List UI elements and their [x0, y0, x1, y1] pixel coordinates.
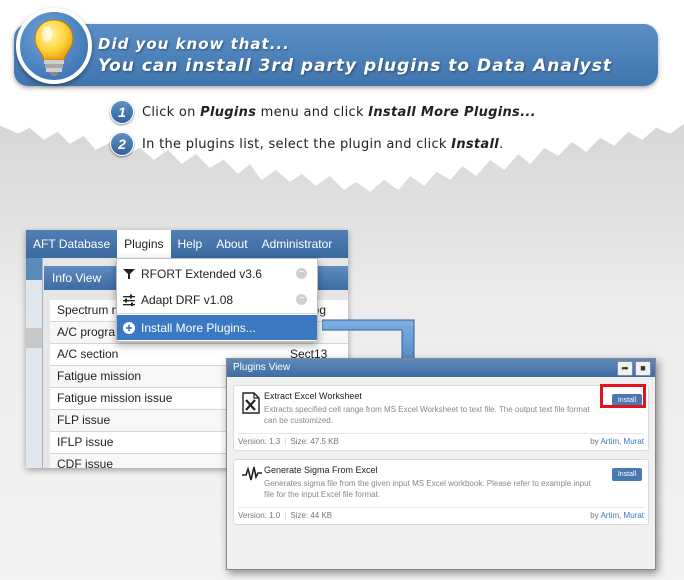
filter-icon [123, 268, 137, 280]
menu-divider [117, 313, 317, 314]
menu-item-adapt-drf[interactable]: Adapt DRF v1.08 − [117, 287, 317, 312]
plugin-description: Extracts specified cell range from MS Ex… [264, 405, 590, 425]
step-2: 2 In the plugins list, select the plugin… [110, 132, 503, 156]
menu-item-rfort-extended[interactable]: RFORT Extended v3.6 − [117, 261, 317, 286]
plugin-meta: Version: 1.3 | Size: 47.5 KB by Artim, Mur… [238, 433, 644, 446]
plugin-name: Extract Excel Worksheet [264, 391, 362, 401]
plugin-card-generate-sigma[interactable]: Generate Sigma From Excel Generates sigm… [233, 459, 649, 525]
step-1: 1 Click on Plugins menu and click Instal… [110, 100, 536, 124]
waveform-icon [242, 466, 262, 487]
step-text: In the plugins list, select the plugin a… [142, 136, 504, 152]
install-button[interactable]: Install [612, 468, 642, 481]
lightbulb-badge [16, 8, 92, 84]
plugin-meta: Version: 1.0 | Size: 44 KB by Artim, Murat [238, 507, 644, 520]
tip-banner [14, 24, 658, 86]
menu-bar: AFT Database Plugins Help About Administ… [26, 230, 348, 258]
lightbulb-icon [34, 19, 74, 76]
plugins-dropdown-menu: RFORT Extended v3.6 − Adapt DRF v1.08 − … [116, 258, 318, 342]
excel-x-icon [242, 392, 260, 419]
menu-about[interactable]: About [209, 230, 254, 258]
sliders-icon [123, 294, 137, 306]
tip-heading: Did you know that... [98, 35, 290, 53]
plugin-name: Generate Sigma From Excel [264, 465, 378, 475]
step-number: 2 [110, 132, 134, 156]
save-icon[interactable]: ■ [635, 361, 651, 376]
left-panel [26, 258, 43, 468]
tip-message: You can install 3rd party plugins to Dat… [98, 56, 613, 76]
menu-plugins[interactable]: Plugins [117, 230, 171, 258]
remove-plugin-icon[interactable]: − [296, 268, 307, 279]
menu-item-install-more-plugins[interactable]: Install More Plugins... [117, 315, 317, 340]
plugins-view-title: Plugins View ➦ ■ [227, 359, 655, 377]
share-icon[interactable]: ➦ [617, 361, 633, 376]
plugin-card-extract-excel[interactable]: Extract Excel Worksheet Extracts specifi… [233, 385, 649, 451]
author-link[interactable]: Artim, Murat [600, 511, 644, 520]
remove-plugin-icon[interactable]: − [296, 294, 307, 305]
plugins-view-window: Plugins View ➦ ■ Extract Excel Worksheet… [226, 358, 656, 570]
step-text: Click on Plugins menu and click Install … [142, 104, 536, 120]
menu-administrator[interactable]: Administrator [255, 230, 340, 258]
plugin-description: Generates sigma file from the given inpu… [264, 479, 591, 499]
install-highlight-box [600, 384, 646, 408]
menu-help[interactable]: Help [171, 230, 210, 258]
menu-aft-database[interactable]: AFT Database [26, 230, 117, 258]
step-number: 1 [110, 100, 134, 124]
author-link[interactable]: Artim, Murat [600, 437, 644, 446]
plus-circle-icon [123, 321, 137, 334]
